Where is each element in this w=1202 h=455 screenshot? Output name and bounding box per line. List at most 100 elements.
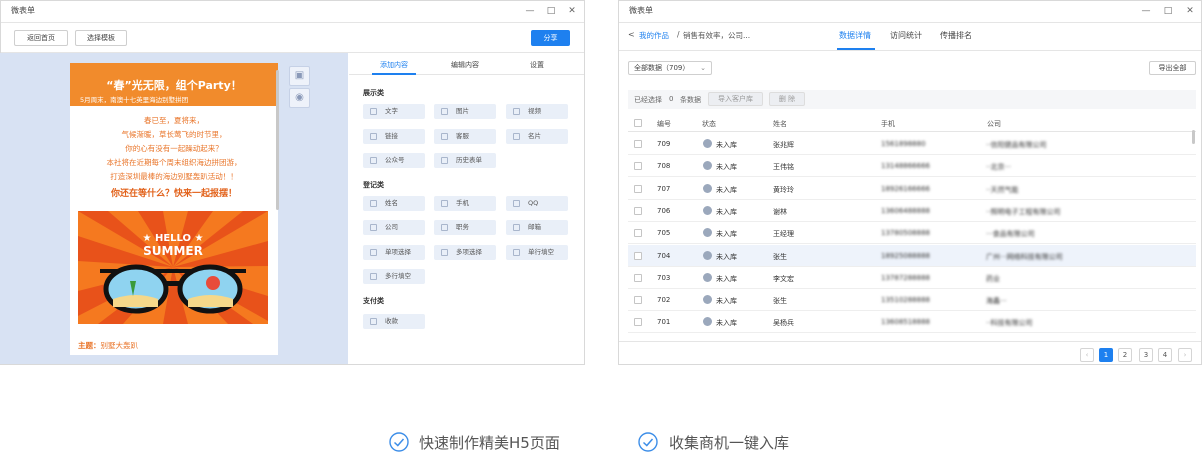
table-row[interactable]: 703 未入库 李文宏 13787288888 药业	[628, 267, 1196, 289]
tab-add-content[interactable]: 添加内容	[380, 60, 408, 70]
component-qq[interactable]: QQ	[506, 196, 568, 211]
select-all-checkbox[interactable]	[634, 119, 642, 127]
table-row[interactable]: 701 未入库 吴杨兵 13608518888 ··科技有限公司	[628, 311, 1196, 334]
row-company: 海鑫···	[986, 297, 1007, 306]
page-4-button[interactable]: 4	[1158, 348, 1172, 362]
phone-preview: “春”光无限，组个Party！ 5月周末，南澳十七英里海边别墅拼团 春已至，夏将…	[70, 63, 278, 355]
table-row[interactable]: 705 未入库 王经理 13780508888 ···食品有限公司	[628, 222, 1196, 245]
row-checkbox[interactable]	[634, 140, 642, 148]
phone-line: 气候渐暖，草长莺飞的时节里，	[121, 130, 227, 139]
page-3-button[interactable]: 3	[1139, 348, 1153, 362]
choose-template-button[interactable]: 选择模板	[75, 30, 127, 46]
row-company: ··天然气能	[986, 185, 1019, 194]
row-phone: 13787288888	[881, 273, 930, 282]
component-phone[interactable]: 手机	[434, 196, 496, 211]
page-2-button[interactable]: 2	[1118, 348, 1132, 362]
tab-visit-stats[interactable]: 访问统计	[890, 30, 922, 41]
row-checkbox[interactable]	[634, 318, 642, 327]
breadcrumb-sep: /	[677, 30, 680, 39]
row-name: 谢林	[773, 207, 787, 216]
row-checkbox[interactable]	[634, 296, 642, 305]
component-payment[interactable]: 收款	[363, 314, 425, 329]
phone-scrollbar[interactable]	[276, 70, 279, 210]
row-status: 未入库	[716, 274, 737, 283]
minimize-icon[interactable]: —	[1139, 4, 1153, 18]
table-row[interactable]: 706 未入库 谢林 13606488888 ··照明电子工程有限公司	[628, 200, 1196, 222]
maximize-icon[interactable]: □	[544, 4, 558, 18]
save-icon[interactable]: ▣	[289, 66, 310, 86]
status-clock-icon	[703, 250, 712, 260]
maximize-icon[interactable]: □	[1161, 4, 1175, 18]
back-icon[interactable]: <	[628, 30, 635, 39]
tab-share-rank[interactable]: 传播排名	[940, 30, 972, 41]
component-video[interactable]: 视频	[506, 104, 568, 119]
component-service[interactable]: 客服	[434, 129, 496, 144]
component-single-choice[interactable]: 单项选择	[363, 245, 425, 260]
tab-settings[interactable]: 设置	[530, 60, 544, 70]
preview-eye-icon[interactable]: ◉	[289, 88, 310, 108]
component-company[interactable]: 公司	[363, 220, 425, 235]
back-home-button[interactable]: 返回首页	[14, 30, 68, 46]
delete-button[interactable]: 删 除	[769, 92, 805, 106]
table-row[interactable]: 702 未入库 张生 13510288888 海鑫···	[628, 289, 1196, 312]
table-row[interactable]: 709 未入库 张兆辉 1561898880 ··信阳健品有限公司	[628, 133, 1196, 155]
status-clock-icon	[703, 272, 712, 282]
table-scrollbar[interactable]	[1192, 130, 1195, 144]
export-all-button[interactable]: 导出全部	[1149, 61, 1196, 75]
component-single-line[interactable]: 单行填空	[506, 245, 568, 260]
component-text[interactable]: 文字	[363, 104, 425, 119]
close-icon[interactable]: ✕	[565, 4, 579, 18]
row-name: 张生	[773, 252, 787, 261]
component-link[interactable]: 链接	[363, 129, 425, 144]
filter-select[interactable]: 全部数据（709） ⌄	[628, 61, 712, 75]
component-card[interactable]: 名片	[506, 129, 568, 144]
check-circle-icon	[638, 432, 658, 452]
status-clock-icon	[703, 317, 712, 327]
row-checkbox[interactable]	[634, 229, 642, 238]
minimize-icon[interactable]: —	[523, 4, 537, 18]
close-icon[interactable]: ✕	[1183, 4, 1197, 18]
row-checkbox[interactable]	[634, 206, 642, 215]
row-checkbox[interactable]	[634, 162, 642, 171]
breadcrumb-root[interactable]: 我的作品	[639, 30, 669, 41]
component-history-form[interactable]: 历史表单	[434, 153, 496, 168]
page-1-button[interactable]: 1	[1099, 348, 1113, 362]
row-checkbox[interactable]	[634, 273, 642, 282]
row-company: ···食品有限公司	[986, 230, 1035, 239]
row-checkbox[interactable]	[634, 251, 642, 260]
video-icon	[513, 108, 520, 115]
phone-title: “春”光无限，组个Party！	[106, 79, 242, 92]
row-name: 王经理	[773, 230, 794, 239]
status-clock-icon	[703, 161, 712, 171]
next-page-button[interactable]: ›	[1178, 348, 1192, 362]
share-button[interactable]: 分享	[531, 30, 570, 46]
tab-data-detail[interactable]: 数据详情	[839, 30, 871, 41]
component-multi-choice[interactable]: 多项选择	[434, 245, 496, 260]
status-clock-icon	[703, 228, 712, 238]
payment-icon	[370, 318, 377, 325]
row-id: 703	[657, 273, 671, 282]
component-image[interactable]: 图片	[434, 104, 496, 119]
component-name[interactable]: 姓名	[363, 196, 425, 211]
component-email[interactable]: 邮箱	[506, 220, 568, 235]
table-row[interactable]: 707 未入库 黄玲玲 18926166666 ··天然气能	[628, 178, 1196, 200]
import-crm-button[interactable]: 导入客户库	[708, 92, 763, 106]
row-company: 药业	[986, 274, 1000, 283]
component-position[interactable]: 职务	[434, 220, 496, 235]
component-official-account[interactable]: 公众号	[363, 153, 425, 168]
row-phone: 13608518888	[881, 318, 930, 327]
component-multi-line[interactable]: 多行填空	[363, 269, 425, 284]
tab-edit-content[interactable]: 编辑内容	[451, 60, 479, 70]
phone-bold-line: 你还在等什么？快来一起报摆！	[110, 189, 237, 199]
row-phone: 13780508888	[881, 229, 930, 238]
row-status: 未入库	[716, 185, 737, 194]
chevron-down-icon: ⌄	[700, 64, 706, 72]
position-icon	[441, 224, 448, 231]
input-icon	[513, 249, 520, 256]
row-checkbox[interactable]	[634, 184, 642, 193]
row-name: 张生	[773, 297, 787, 306]
table-row[interactable]: 704 未入库 张生 18925088888 广州···网络科技有限公司	[628, 244, 1196, 267]
prev-page-button[interactable]: ‹	[1080, 348, 1094, 362]
data-titlebar: 微表单 — □ ✕	[619, 1, 1201, 23]
table-row[interactable]: 708 未入库 王伟铭 13148866666 ··北京···	[628, 155, 1196, 178]
